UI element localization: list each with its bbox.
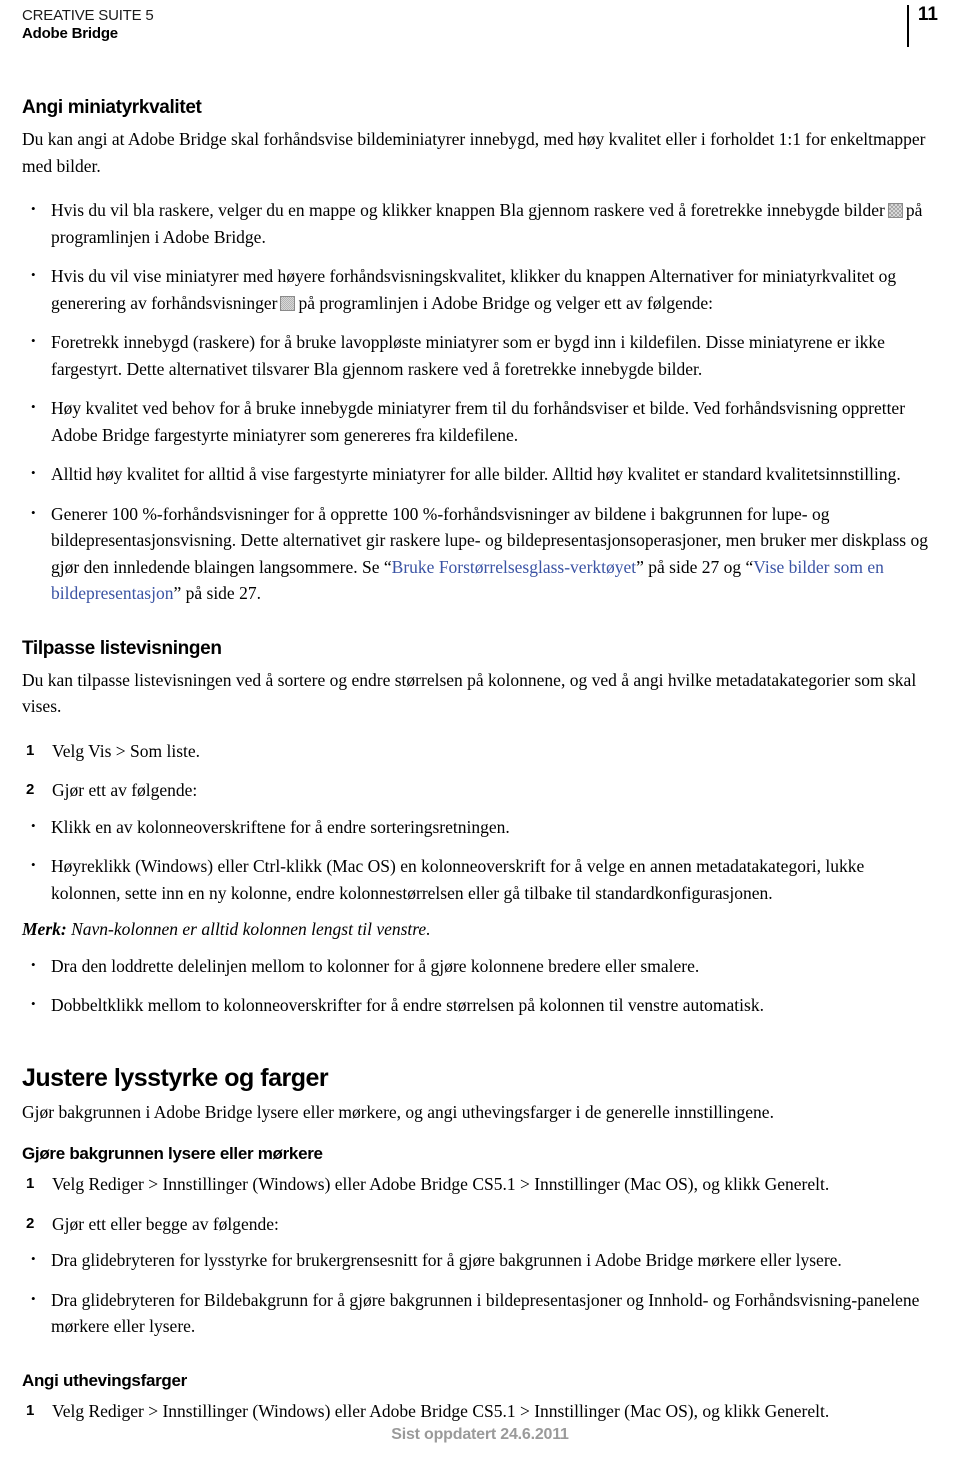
bullet-list-column-resize: Dra den loddrette delelinjen mellom to k…: [22, 952, 938, 1019]
cross-reference-link-magnifier[interactable]: Bruke Forstørrelsesglass-verktøyet: [392, 557, 636, 577]
step-number: 1: [26, 1175, 35, 1192]
bullet-list-thumbnail-options: Hvis du vil bla raskere, velger du en ma…: [22, 196, 938, 607]
list-item: Dra den loddrette delelinjen mellom to k…: [22, 952, 938, 980]
list-item: Dra glidebryteren for Bildebakgrunn for …: [22, 1286, 938, 1340]
thumbnail-quality-options-toolbar-icon[interactable]: [280, 295, 296, 311]
list-item: 2 Gjør ett eller begge av følgende:: [22, 1211, 938, 1238]
step-text: Gjør ett eller begge av følgende:: [52, 1213, 279, 1234]
list-item: 1 Velg Rediger > Innstillinger (Windows) …: [22, 1398, 938, 1425]
bullet-list-list-view-actions: Klikk en av kolonneoverskriftene for å e…: [22, 813, 938, 907]
heading-adjust-brightness-colors: Justere lysstyrke og farger: [22, 1063, 329, 1092]
bullet-text-part: på programlinjen i Adobe Bridge og velge…: [298, 292, 713, 313]
bullet-text-part: ” på side 27.: [173, 583, 261, 603]
list-item: Alltid høy kvalitet for alltid å vise fa…: [22, 460, 938, 488]
folio: 11: [906, 4, 938, 47]
heading-background-lighter-darker: Gjøre bakgrunnen lysere eller mørkere: [22, 1144, 323, 1163]
bullet-text-part: ” på side 27 og “: [636, 556, 754, 577]
note-label: Merk:: [22, 919, 67, 939]
suite-title: CREATIVE SUITE 5: [22, 7, 154, 24]
step-text: Velg Rediger > Innstillinger (Windows) e…: [52, 1174, 830, 1194]
step-text: Gjør ett av følgende:: [52, 780, 198, 800]
step-number: 1: [26, 1401, 35, 1419]
list-item: 1 Velg Vis > Som liste.: [22, 738, 938, 765]
heading-thumbnail-quality: Angi miniatyrkvalitet: [22, 97, 202, 118]
list-item: 2 Gjør ett av følgende:: [22, 777, 938, 804]
numbered-list-background: 1 Velg Rediger > Innstillinger (Windows) …: [22, 1171, 938, 1237]
page-footer: Sist oppdatert 24.6.2011: [391, 1426, 569, 1443]
running-header: CREATIVE SUITE 5 Adobe Bridge 11: [22, 0, 938, 52]
note-name-column: Merk: Navn-kolonnen er alltid kolonnen l…: [22, 916, 938, 943]
document-page: CREATIVE SUITE 5 Adobe Bridge 11 Angi mi…: [0, 0, 960, 1468]
list-item: Klikk en av kolonneoverskriftene for å e…: [22, 813, 938, 841]
list-item: Hvis du vil vise miniatyrer med høyere f…: [22, 262, 938, 316]
numbered-list-highlight: 1 Velg Rediger > Innstillinger (Windows) …: [22, 1398, 938, 1425]
numbered-list-list-view: 1 Velg Vis > Som liste. 2 Gjør ett av følg…: [22, 738, 938, 804]
heading-set-highlight-colors: Angi uthevingsfarger: [22, 1370, 187, 1390]
bullet-list-background-sliders: Dra glidebryteren for lysstyrke for bruk…: [22, 1246, 938, 1340]
note-body: Navn-kolonnen er alltid kolonnen lengst …: [66, 919, 431, 939]
list-item: Hvis du vil bla raskere, velger du en ma…: [22, 196, 938, 250]
list-item: Dra glidebryteren for lysstyrke for bruk…: [22, 1246, 938, 1274]
step-number: 1: [26, 741, 35, 759]
list-item: Høy kvalitet ved behov for å bruke inneb…: [22, 394, 938, 448]
list-item: Dobbeltklikk mellom to kolonneoverskrift…: [22, 991, 938, 1019]
list-item: Foretrekk innebygd (raskere) for å bruke…: [22, 328, 938, 382]
paragraph-list-view-intro: Du kan tilpasse listevisningen ved å sor…: [22, 669, 917, 717]
list-item: Generer 100 %-forhåndsvisninger for å op…: [22, 500, 938, 607]
list-item: 1 Velg Rediger > Innstillinger (Windows) …: [22, 1171, 938, 1198]
paragraph-thumbnail-intro: Du kan angi at Adobe Bridge skal forhånd…: [22, 129, 926, 176]
browse-quickly-toolbar-icon[interactable]: [887, 203, 903, 218]
paragraph-brightness-intro: Gjør bakgrunnen i Adobe Bridge lysere el…: [22, 1101, 774, 1122]
heading-customize-list-view: Tilpasse listevisningen: [22, 637, 222, 659]
step-text: Velg Vis > Som liste.: [52, 740, 201, 761]
step-text: Velg Rediger > Innstillinger (Windows) e…: [52, 1400, 830, 1421]
step-number: 2: [26, 781, 35, 798]
page-number: 11: [917, 4, 938, 25]
folio-rule: [906, 5, 909, 47]
product-name: Adobe Bridge: [22, 25, 118, 42]
bullet-text-part: Hvis du vil bla raskere, velger du en ma…: [51, 200, 885, 220]
list-item: Høyreklikk (Windows) eller Ctrl-klikk (M…: [22, 852, 938, 906]
step-number: 2: [26, 1214, 35, 1232]
